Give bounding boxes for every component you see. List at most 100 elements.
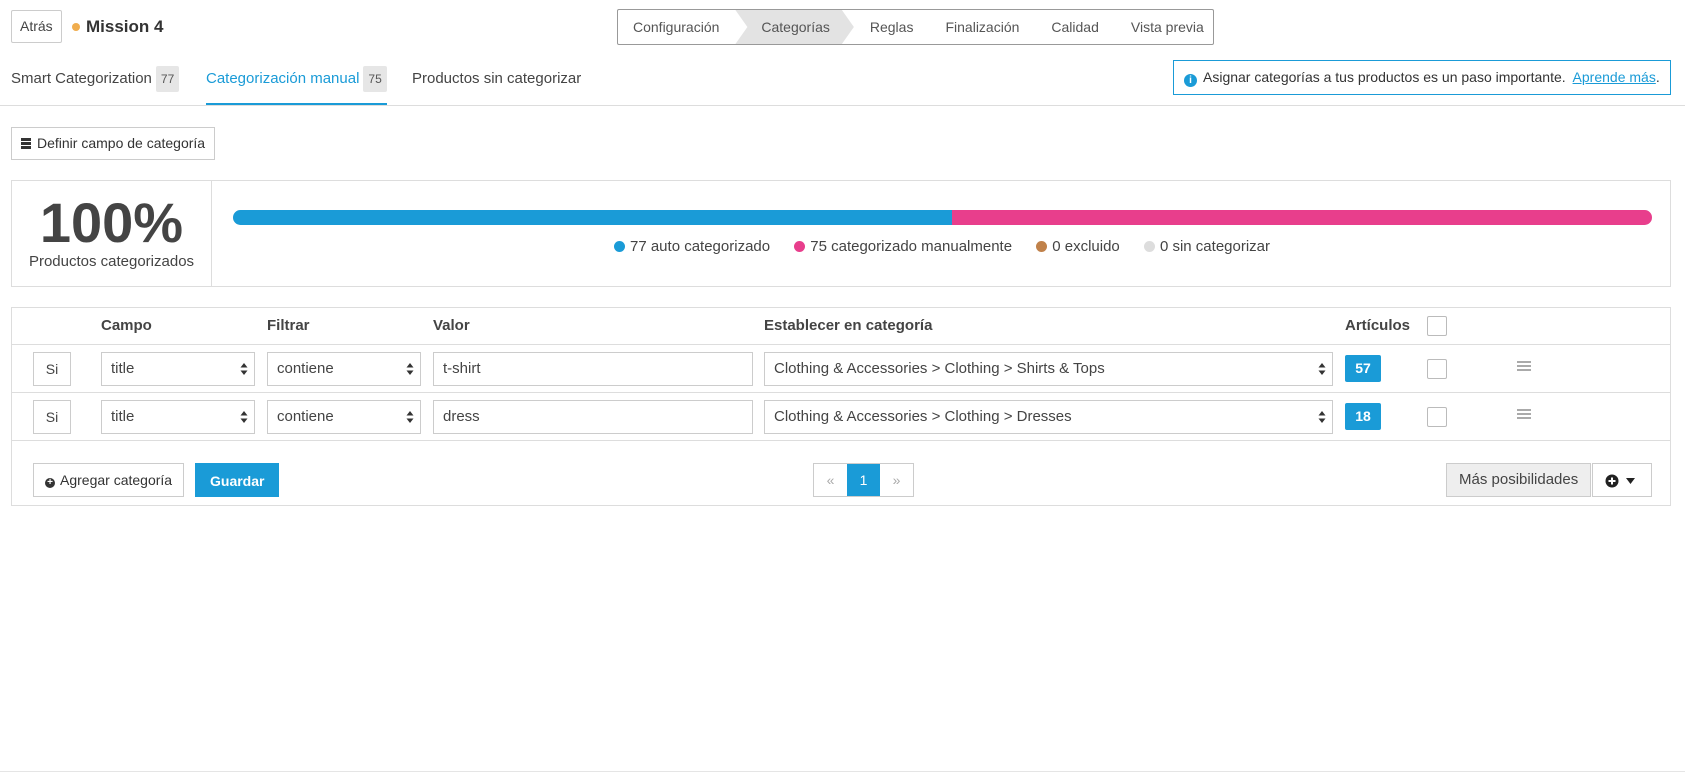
table-row: Si title contiene t-shirt Clothing & Acc… <box>12 345 1670 393</box>
legend-dot <box>1143 241 1155 252</box>
save-button[interactable]: Guardar <box>195 463 280 497</box>
tab-count-badge: 77 <box>155 66 180 93</box>
step-finalizacion[interactable]: Finalización <box>929 10 1035 44</box>
step-calidad[interactable]: Calidad <box>1035 10 1114 44</box>
filter-select[interactable]: contiene <box>267 352 421 386</box>
progress-legend: 77 auto categorizado 75 categorizado man… <box>212 238 1672 255</box>
sort-arrows-icon <box>1318 411 1326 423</box>
mission-title: Mission 4 <box>86 17 164 36</box>
field-select[interactable]: title <box>101 352 255 386</box>
table-footer: + Agregar categoría Guardar « 1 » Más pos… <box>12 455 1670 505</box>
value-input[interactable]: dress <box>433 400 753 434</box>
progress-segment-1 <box>951 210 1652 225</box>
pagination-page-1[interactable]: 1 <box>847 464 880 496</box>
add-category-button[interactable]: + Agregar categoría <box>33 463 185 497</box>
header-campo: Campo <box>101 317 152 334</box>
more-options-button[interactable]: Más posibilidades <box>1446 463 1592 497</box>
category-select[interactable]: Clothing & Accessories > Clothing > Dres… <box>764 400 1333 434</box>
row-checkbox[interactable] <box>1427 407 1447 427</box>
progress-segment-0 <box>233 210 952 225</box>
sort-arrows-icon <box>240 363 248 375</box>
drag-handle-icon[interactable] <box>1517 360 1531 372</box>
article-count-badge[interactable]: 18 <box>1345 403 1381 430</box>
field-select-value: title <box>111 360 135 377</box>
legend-text: 0 excluido <box>1052 238 1120 255</box>
header-valor: Valor <box>433 317 470 334</box>
pagination: « 1 » <box>813 463 914 497</box>
value-input[interactable]: t-shirt <box>433 352 753 386</box>
filter-select-value: contiene <box>277 360 334 377</box>
info-icon: i <box>1184 74 1197 87</box>
category-select[interactable]: Clothing & Accessories > Clothing > Shir… <box>764 352 1333 386</box>
tab-label: Categorización manual <box>206 70 360 87</box>
define-category-field-button[interactable]: Definir campo de categoría <box>11 127 216 160</box>
sort-arrows-icon <box>240 411 248 423</box>
table-row: Si title contiene dress Clothing & Acces… <box>12 393 1670 441</box>
tab-productos-sin-categorizar[interactable]: Productos sin categorizar <box>412 64 581 105</box>
top-bar: Atrás Mission 4 Configuración Categorías… <box>0 0 1685 54</box>
sort-arrows-icon <box>406 363 414 375</box>
define-button-label: Definir campo de categoría <box>37 135 206 151</box>
filter-select-value: contiene <box>277 408 334 425</box>
info-trailing: . <box>1655 69 1660 85</box>
condition-button[interactable]: Si <box>33 400 71 434</box>
database-icon <box>21 138 31 149</box>
field-select-value: title <box>111 408 135 425</box>
header-categoria: Establecer en categoría <box>764 317 933 334</box>
pagination-prev[interactable]: « <box>814 464 847 496</box>
legend-text: 75 categorizado manualmente <box>810 238 1013 255</box>
categorized-percent: 100% <box>39 191 184 254</box>
step-reglas[interactable]: Reglas <box>854 10 930 44</box>
legend-uncategorized: 0 sin categorizar <box>1143 238 1271 255</box>
row-checkbox[interactable] <box>1427 359 1447 379</box>
tab-count-badge: 75 <box>363 66 387 93</box>
filter-select[interactable]: contiene <box>267 400 421 434</box>
field-select[interactable]: title <box>101 400 255 434</box>
select-all-checkbox[interactable] <box>1427 316 1447 336</box>
legend-dot <box>794 241 806 252</box>
drag-handle-icon[interactable] <box>1517 408 1531 420</box>
status-dot <box>72 23 80 31</box>
sort-arrows-icon <box>406 411 414 423</box>
tab-label: Smart Categorization <box>11 70 152 87</box>
caret-down-icon <box>1626 478 1635 484</box>
legend-text: 0 sin categorizar <box>1159 238 1271 255</box>
tab-label: Productos sin categorizar <box>412 70 582 87</box>
stats-summary: 100% Productos categorizados <box>12 181 212 286</box>
legend-manual: 75 categorizado manualmente <box>794 238 1012 255</box>
category-select-value: Clothing & Accessories > Clothing > Shir… <box>774 360 1105 377</box>
info-banner: i Asignar categorías a tus productos es u… <box>1173 60 1671 95</box>
step-categorias[interactable]: Categorías <box>735 10 853 44</box>
info-text: Asignar categorías a tus productos es un… <box>1203 69 1566 85</box>
legend-dot <box>613 241 625 252</box>
header-articulos: Artículos <box>1345 317 1411 334</box>
legend-text: 77 auto categorizado <box>629 238 771 255</box>
category-select-value: Clothing & Accessories > Clothing > Dres… <box>774 408 1072 425</box>
sort-arrows-icon <box>1318 363 1326 375</box>
plus-circle-icon: + <box>45 478 55 488</box>
categorized-label: Productos categorizados <box>28 253 195 270</box>
tab-bar: Smart Categorization 77 Categorización ma… <box>0 60 1685 106</box>
category-rules-table: Campo Filtrar Valor Establecer en catego… <box>11 307 1671 506</box>
header-filtrar: Filtrar <box>267 317 310 334</box>
step-configuracion[interactable]: Configuración <box>618 10 735 44</box>
tab-smart-categorization[interactable]: Smart Categorization 77 <box>11 64 180 105</box>
plus-circle-icon <box>1605 474 1619 488</box>
back-button[interactable]: Atrás <box>11 10 62 43</box>
legend-dot <box>1036 241 1048 252</box>
pagination-next[interactable]: » <box>880 464 913 496</box>
tab-categorizacion-manual[interactable]: Categorización manual 75 <box>206 64 387 105</box>
learn-more-link[interactable]: Aprende más <box>1573 69 1656 85</box>
categorization-progress-bar <box>233 210 1652 225</box>
bottom-divider <box>0 771 1685 772</box>
step-vista-previa[interactable]: Vista previa <box>1115 10 1213 44</box>
add-category-label: Agregar categoría <box>60 472 173 488</box>
legend-auto: 77 auto categorizado <box>613 238 771 255</box>
table-header: Campo Filtrar Valor Establecer en catego… <box>12 308 1670 345</box>
wizard-steps: Configuración Categorías Reglas Finaliza… <box>617 9 1214 45</box>
condition-button[interactable]: Si <box>33 352 71 386</box>
legend-excluded: 0 excluido <box>1036 238 1120 255</box>
article-count-badge[interactable]: 57 <box>1345 355 1381 382</box>
more-options-dropdown[interactable] <box>1592 463 1652 497</box>
categorization-stats: 100% Productos categorizados 77 auto cat… <box>11 180 1671 287</box>
